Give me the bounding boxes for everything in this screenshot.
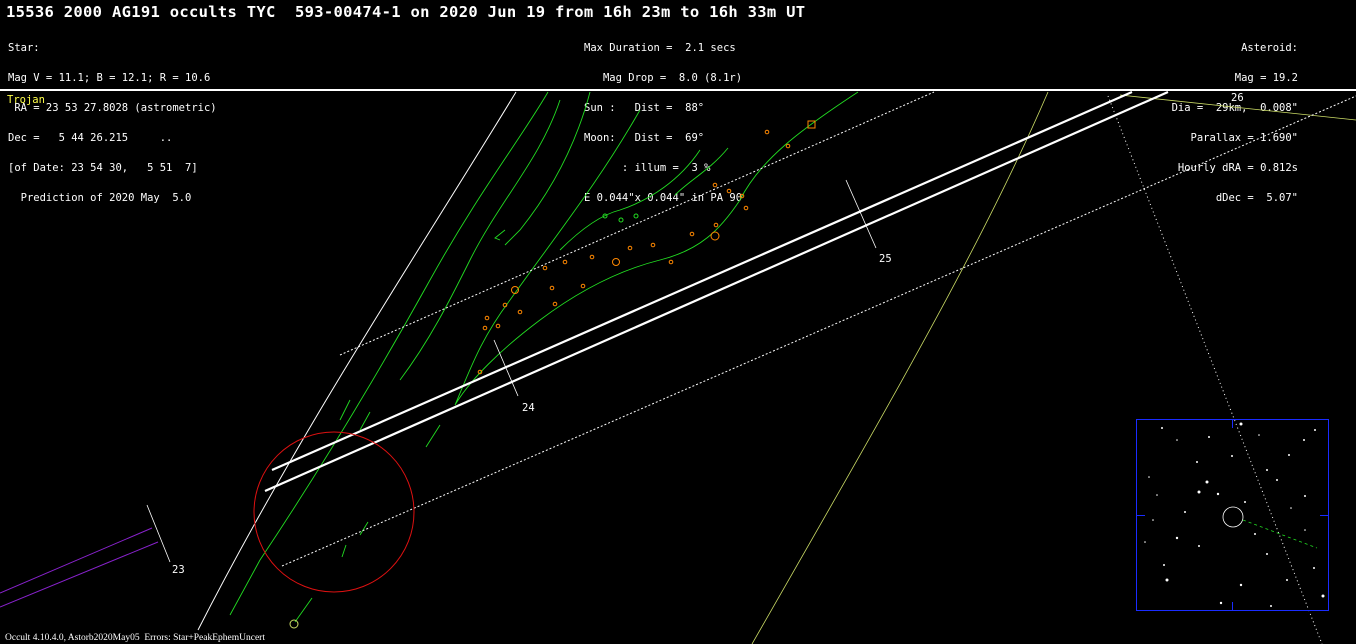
twilight-line <box>0 527 153 594</box>
time-label: 23 <box>172 564 185 576</box>
star-chart-inset[interactable] <box>1136 419 1329 611</box>
time-label: 26 <box>1231 92 1244 104</box>
time-label: 24 <box>522 402 535 414</box>
earth-limb <box>197 91 517 631</box>
time-tick-25 <box>845 179 877 249</box>
path-south-limit <box>264 90 1169 493</box>
observer-sites <box>477 120 816 375</box>
site-marker-icon <box>289 619 299 629</box>
time-tick-23 <box>146 504 171 563</box>
uncertainty-circle-icon <box>253 431 415 593</box>
twilight-line <box>0 541 159 608</box>
sigma-north-limit <box>339 91 935 356</box>
software-footer: Occult 4.10.4.0, Astorb2020May05 Errors:… <box>5 633 265 643</box>
terminator-line <box>751 91 1049 644</box>
observer-sites-green <box>602 213 639 223</box>
coastlines <box>229 91 859 623</box>
time-label: 25 <box>879 253 892 265</box>
path-north-limit <box>271 90 1133 472</box>
star-chart-icon <box>1144 422 1325 607</box>
